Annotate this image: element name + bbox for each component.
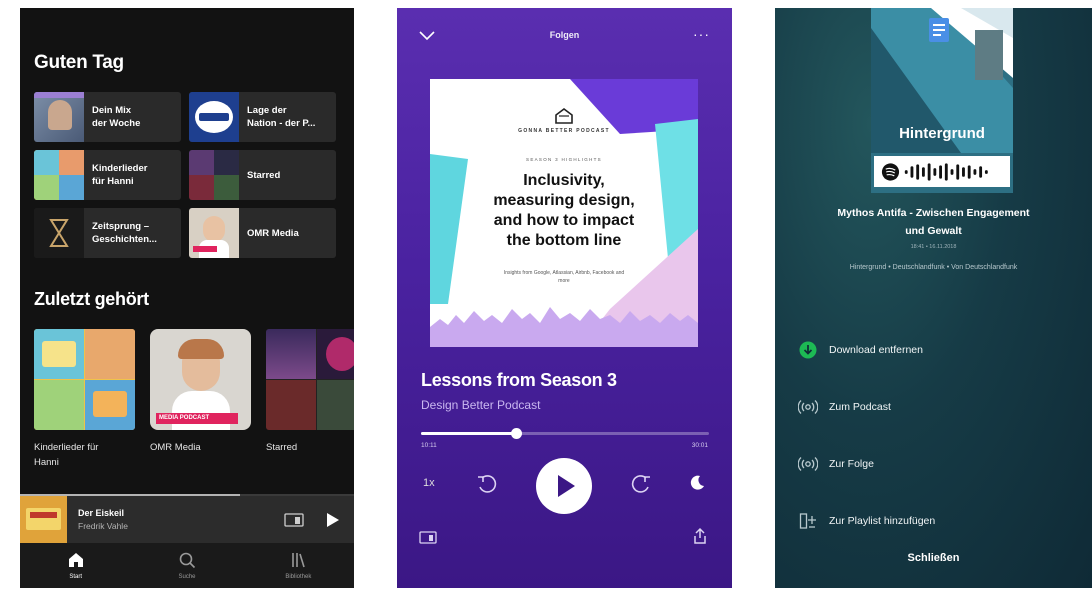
- menu-item-add-to-playlist[interactable]: Zur Playlist hinzufügen: [797, 492, 1077, 549]
- playback-controls: 1x: [397, 455, 732, 515]
- tab-label: Bibliothek: [285, 574, 312, 580]
- tab-label: Start: [69, 574, 82, 580]
- more-options-icon[interactable]: ···: [693, 27, 710, 41]
- episode-icon: [798, 456, 818, 471]
- skip-forward-15-icon[interactable]: [629, 472, 653, 496]
- playback-speed-button[interactable]: 1x: [423, 477, 435, 489]
- recent-item-label: Kinderlieder für Hanni: [34, 442, 99, 468]
- cover-kicker-text: SEASON 3 HIGHLIGHTS: [526, 157, 602, 162]
- menu-item-label: Zum Podcast: [829, 400, 891, 413]
- bottom-tab-bar: Start Suche Bibliothek: [20, 543, 354, 588]
- play-icon[interactable]: [324, 512, 340, 528]
- menu-item-label: Zur Folge: [829, 457, 874, 470]
- podcast-logo-icon: [555, 108, 573, 124]
- quick-item-thumb: [189, 92, 239, 142]
- sleep-timer-icon[interactable]: [688, 474, 706, 492]
- home-screen: Guten Tag Dein Mix der Woche Lage der Na…: [20, 8, 354, 588]
- add-to-playlist-icon: [799, 512, 816, 529]
- quick-item-label: Lage der Nation - der P...: [247, 105, 316, 129]
- artwork-title: Hintergrund: [899, 125, 985, 142]
- cover-brand-text: GONNA BETTER PODCAST: [518, 128, 610, 134]
- mini-player-artist: Fredrik Vahle: [78, 521, 128, 531]
- quick-item-thumb: [34, 208, 84, 258]
- quick-item-kinderlieder[interactable]: Kinderlieder für Hanni: [34, 150, 181, 200]
- devices-icon[interactable]: [284, 512, 304, 527]
- recent-item-cover: [266, 329, 354, 430]
- quick-item-omr-media[interactable]: OMR Media: [189, 208, 336, 258]
- share-icon[interactable]: [692, 527, 708, 545]
- media-podcast-badge: MEDIA PODCAST: [156, 413, 238, 424]
- quick-item-starred[interactable]: Starred: [189, 150, 336, 200]
- recent-item-cover: MEDIA PODCAST: [150, 329, 251, 430]
- tab-start[interactable]: Start: [20, 543, 131, 588]
- quick-access-grid: Dein Mix der Woche Lage der Nation - der…: [34, 92, 340, 258]
- quick-item-label: Dein Mix der Woche: [92, 105, 141, 129]
- episode-date: 18:41 • 16.11.2018: [910, 244, 957, 250]
- menu-item-go-to-episode[interactable]: Zur Folge: [797, 435, 1077, 492]
- mini-player-title: Der Eiskeil: [78, 508, 125, 518]
- play-icon: [558, 475, 575, 497]
- devices-icon[interactable]: [419, 531, 437, 545]
- tab-label: Suche: [178, 574, 196, 580]
- quick-item-thumb: [34, 150, 84, 200]
- quick-item-thumb: [34, 92, 84, 142]
- quick-item-thumb: [189, 150, 239, 200]
- quick-item-label: Starred: [247, 169, 281, 181]
- seek-bar[interactable]: [421, 428, 709, 439]
- quick-item-lage-der-nation[interactable]: Lage der Nation - der P...: [189, 92, 336, 142]
- seek-bar-fill: [421, 432, 517, 435]
- recent-item-kinderlieder[interactable]: Kinderlieder für Hanni: [34, 329, 135, 470]
- hourglass-icon: [49, 219, 69, 247]
- episode-title: Lessons from Season 3: [421, 370, 617, 390]
- menu-item-label: Zur Playlist hinzufügen: [829, 514, 936, 527]
- quick-item-zeitsprung[interactable]: Zeitsprung – Geschichten...: [34, 208, 181, 258]
- recently-played-heading: Zuletzt gehört: [34, 289, 149, 309]
- elapsed-time: 10:11: [421, 442, 437, 449]
- tab-bibliothek[interactable]: Bibliothek: [243, 543, 354, 588]
- episode-show-line: Hintergrund • Deutschlandfunk • Von Deut…: [849, 264, 1018, 271]
- episode-title: Mythos Antifa - Zwischen Engagement und …: [837, 207, 1030, 237]
- spotify-code-icon: [881, 162, 988, 181]
- recently-played-row: Kinderlieder für Hanni MEDIA PODCAST OMR…: [34, 329, 354, 470]
- recent-item-label: Starred: [266, 442, 298, 453]
- recent-item-cover: [34, 329, 135, 430]
- total-time: 30:01: [691, 442, 708, 449]
- download-check-icon: [799, 341, 817, 358]
- cover-guests-text: Insights from Google, Atlassian, Airbnb,…: [503, 270, 625, 284]
- show-name[interactable]: Design Better Podcast: [421, 398, 540, 412]
- recent-item-label: OMR Media: [150, 442, 201, 453]
- menu-item-remove-download[interactable]: Download entfernen: [797, 321, 1077, 378]
- mini-player[interactable]: Der Eiskeil Fredrik Vahle: [20, 496, 354, 543]
- library-icon: [292, 553, 306, 568]
- tab-suche[interactable]: Suche: [131, 543, 242, 588]
- seek-bar-handle[interactable]: [511, 428, 523, 439]
- episode-cover-art: GONNA BETTER PODCAST SEASON 3 HIGHLIGHTS…: [430, 79, 698, 347]
- podcast-icon: [798, 399, 818, 414]
- recent-item-omr-media[interactable]: MEDIA PODCAST OMR Media: [150, 329, 251, 470]
- context-menu-list: Download entfernen Zum Podcast Zur Folge…: [797, 321, 1077, 549]
- greeting-heading: Guten Tag: [34, 52, 124, 73]
- quick-item-thumb: [189, 208, 239, 258]
- mini-player-cover: [20, 496, 67, 543]
- quick-item-label: OMR Media: [247, 227, 299, 239]
- quick-item-label: Zeitsprung – Geschichten...: [92, 221, 157, 245]
- now-playing-header: Folgen ···: [397, 27, 732, 44]
- play-button[interactable]: [536, 458, 592, 514]
- home-icon: [68, 553, 83, 567]
- menu-item-label: Download entfernen: [829, 343, 923, 356]
- quick-item-dein-mix[interactable]: Dein Mix der Woche: [34, 92, 181, 142]
- now-playing-screen: Folgen ··· GONNA BETTER PODCAST SEASON 3…: [397, 8, 732, 588]
- recent-item-starred[interactable]: Starred: [266, 329, 354, 470]
- episode-artwork: Hintergrund: [871, 8, 1013, 193]
- cover-headline: Inclusivity, measuring design, and how t…: [493, 172, 635, 249]
- menu-item-go-to-podcast[interactable]: Zum Podcast: [797, 378, 1077, 435]
- playing-context-label: Folgen: [549, 30, 580, 40]
- search-icon: [179, 552, 196, 569]
- quick-item-label: Kinderlieder für Hanni: [92, 163, 148, 187]
- skip-back-15-icon[interactable]: [475, 472, 499, 496]
- episode-context-menu: Hintergrund Mythos Antifa - Zwischen Eng…: [775, 8, 1092, 588]
- close-button[interactable]: Schließen: [775, 552, 1092, 564]
- spotify-code: [874, 156, 1010, 187]
